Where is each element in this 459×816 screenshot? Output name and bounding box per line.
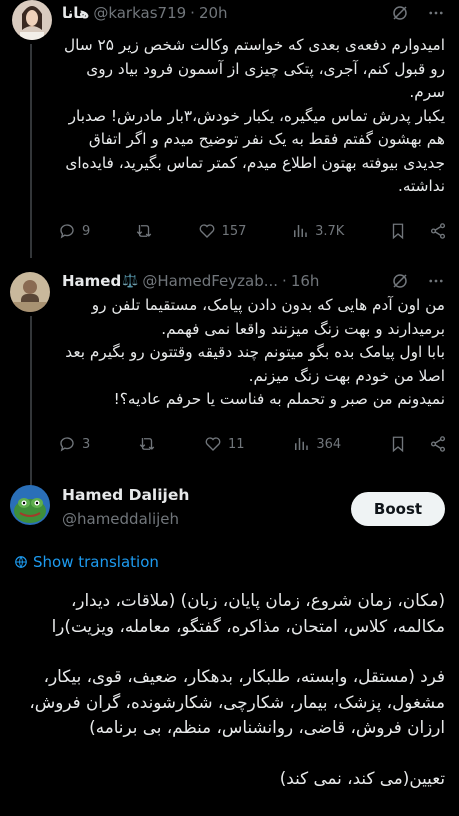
- views-icon: [294, 225, 307, 237]
- retweet-icon: [139, 438, 155, 450]
- retweet-button[interactable]: [135, 222, 153, 240]
- avatar[interactable]: [10, 485, 50, 525]
- tweet-paragraph: تعیین(می کند، نمی کند): [279, 767, 445, 788]
- tweet-paragraph: (مکان، زمان شروع، زمان پایان، زبان) (ملا…: [51, 590, 445, 636]
- action-bar: 3 11 364: [58, 432, 447, 456]
- bookmark-icon: [392, 223, 404, 240]
- tweet-paragraph: فرد (مستقل، وابسته، طلبکار، بدهکار، ضعیف…: [29, 666, 445, 737]
- reply-button[interactable]: 3: [58, 435, 90, 453]
- tweet-1[interactable]: هانا @karkas719 · 20h امیدوارم دفعه‌ی بع…: [0, 0, 459, 258]
- show-translation-link[interactable]: Show translation: [14, 553, 159, 571]
- reply-icon: [60, 437, 74, 452]
- share-button[interactable]: [429, 222, 447, 240]
- translate-icon: [15, 556, 27, 569]
- heart-icon: [199, 224, 215, 238]
- action-bar: 9 157 3.7K: [58, 219, 447, 243]
- tweet-text: من اون آدم هایی که بدون دادن پیامک، مستق…: [62, 294, 445, 412]
- avatar-image: [10, 485, 50, 525]
- tweet-paragraph: من اون آدم هایی که بدون دادن پیامک، مستق…: [91, 296, 445, 338]
- avatar[interactable]: [12, 0, 52, 40]
- like-button[interactable]: 157: [198, 222, 247, 240]
- view-count: 364: [316, 436, 342, 452]
- share-button[interactable]: [429, 435, 447, 453]
- avatar-image: [10, 272, 50, 312]
- separator-dot: ·: [282, 272, 287, 290]
- avatar[interactable]: [10, 272, 50, 312]
- share-icon: [430, 223, 446, 239]
- share-icon: [430, 436, 446, 452]
- timestamp[interactable]: 16h: [291, 272, 320, 290]
- like-button[interactable]: 11: [204, 435, 245, 453]
- heart-icon: [205, 437, 221, 451]
- bookmark-icon: [392, 436, 404, 453]
- grok-icon[interactable]: [391, 4, 409, 26]
- tweet-header: هانا @karkas719 · 20h: [62, 2, 447, 24]
- display-name[interactable]: Hamed: [62, 272, 121, 290]
- reply-count: 3: [82, 436, 91, 452]
- views-icon: [295, 438, 309, 450]
- retweet-icon: [136, 225, 152, 237]
- tweet-paragraph: یکبار پدرش تماس میگیره، یکبار خودش،۳بار …: [65, 106, 445, 196]
- more-icon[interactable]: [427, 4, 445, 26]
- tweet-text: امیدوارم دفعه‌ی بعدی که خواستم وکالت شخص…: [62, 34, 445, 199]
- boost-button[interactable]: Boost: [351, 492, 445, 526]
- bookmark-button[interactable]: [389, 222, 407, 240]
- like-count: 157: [221, 223, 247, 239]
- username[interactable]: @hameddalijeh: [62, 510, 179, 528]
- more-icon[interactable]: [427, 272, 445, 294]
- avatar-image: [12, 0, 52, 40]
- separator-dot: ·: [190, 4, 195, 22]
- reply-icon: [60, 224, 74, 239]
- username[interactable]: @HamedFeyzab...: [142, 272, 278, 290]
- reply-button[interactable]: 9: [58, 222, 90, 240]
- like-count: 11: [227, 436, 245, 452]
- timestamp[interactable]: 20h: [199, 4, 228, 22]
- tweet-paragraph: امیدوارم دفعه‌ی بعدی که خواستم وکالت شخص…: [64, 36, 445, 101]
- views-button[interactable]: 3.7K: [291, 222, 344, 240]
- bookmark-button[interactable]: [389, 435, 407, 453]
- scales-emoji: ⚖️: [122, 273, 139, 289]
- show-translation-label: Show translation: [33, 553, 159, 571]
- thread-line: [30, 44, 32, 258]
- display-name[interactable]: هانا: [62, 4, 89, 22]
- retweet-button[interactable]: [138, 435, 156, 453]
- username[interactable]: @karkas719: [93, 4, 186, 22]
- main-tweet-text: (مکان، زمان شروع، زمان پایان، زبان) (ملا…: [14, 588, 445, 816]
- reply-count: 9: [82, 223, 91, 239]
- tweet-paragraph: بابا اول پیامک بده بگو میتونم چند دقیقه …: [65, 343, 445, 385]
- tweet-2[interactable]: Hamed ⚖️ @HamedFeyzab... · 16h من اون آد…: [0, 268, 459, 508]
- display-name[interactable]: Hamed Dalijeh: [62, 486, 189, 504]
- views-button[interactable]: 364: [292, 435, 341, 453]
- grok-icon[interactable]: [391, 272, 409, 294]
- view-count: 3.7K: [315, 223, 345, 239]
- tweet-paragraph: نمیدونم من صبر و تحملم به فناست یا حرفم …: [113, 390, 445, 408]
